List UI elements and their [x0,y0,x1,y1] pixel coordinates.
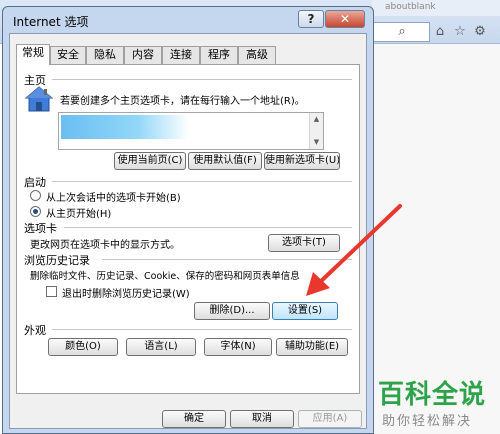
help-button[interactable]: ? [298,10,324,28]
tab-security[interactable]: 安全 [50,46,86,64]
search-icon[interactable]: ⌕ [394,22,410,42]
tabs-section-title: 选项卡 [24,222,57,235]
startup-last-session-label[interactable]: 从上次会话中的选项卡开始(B) [46,189,181,204]
tabs-settings-button[interactable]: 选项卡(T) [268,234,340,252]
colors-button[interactable]: 颜色(O) [48,338,118,356]
tab-advanced[interactable]: 高级 [238,46,276,64]
cancel-button[interactable]: 取消 [230,410,294,428]
watermark-logo: 百科全说 [378,380,487,410]
scroll-down-icon[interactable]: ▼ [310,136,323,148]
apply-button[interactable]: 应用(A) [298,410,362,428]
divider [52,329,352,330]
divider [52,79,352,80]
tab-programs[interactable]: 程序 [200,46,238,64]
ok-button[interactable]: 确定 [162,410,226,428]
close-button[interactable]: ✕ [325,10,365,28]
use-current-button[interactable]: 使用当前页(C) [114,152,186,170]
delete-on-exit-checkbox[interactable] [46,286,57,297]
history-description: 删除临时文件、历史记录、Cookie、保存的密码和网页表单信息 [30,271,300,282]
tab-connections[interactable]: 连接 [162,46,200,64]
scroll-up-icon[interactable]: ▲ [310,113,323,125]
home-instruction: 若要创建多个主页选项卡，请在每行输入一个地址(R)。 [60,96,305,107]
fonts-button[interactable]: 字体(N) [204,338,272,356]
use-new-tab-button[interactable]: 使用新选项卡(U) [264,152,340,170]
history-settings-button[interactable]: 设置(S) [272,302,338,320]
startup-home-radio[interactable] [30,206,41,217]
home-page-icon [24,86,54,112]
settings-gear-icon[interactable]: ⚙ [472,22,488,42]
internet-options-dialog: Internet 选项 ? ✕ 常规 安全 隐私 内容 连接 程序 高级 主页 … [2,6,374,434]
divider [102,259,352,260]
watermark-slogan: 助你轻松解决 [382,414,473,429]
startup-section-title: 启动 [24,176,46,189]
startup-last-session-radio[interactable] [30,190,41,201]
browser-tab-label: aboutblank [385,2,436,12]
tab-general[interactable]: 常规 [16,44,50,65]
tab-privacy[interactable]: 隐私 [86,46,124,64]
favorites-star-icon[interactable]: ☆ [452,22,468,42]
delete-on-exit-label[interactable]: 退出时删除浏览历史记录(W) [62,285,190,300]
home-url-textarea[interactable]: ▲ ▼ [58,112,324,150]
title-bar[interactable]: Internet 选项 ? ✕ [3,7,373,33]
startup-home-label[interactable]: 从主页开始(H) [46,205,111,220]
tabs-description: 更改网页在选项卡中的显示方式。 [30,240,180,251]
history-section-title: 浏览历史记录 [24,254,90,267]
url-selection [61,115,189,139]
url-scrollbar[interactable]: ▲ ▼ [309,113,323,149]
divider [64,227,352,228]
languages-button[interactable]: 语言(L) [126,338,196,356]
accessibility-button[interactable]: 辅助功能(E) [276,338,348,356]
tab-content[interactable]: 内容 [124,46,162,64]
divider [52,181,352,182]
home-icon[interactable]: ⌂ [432,22,448,42]
watermark: 百科全说 助你轻松解决 [378,374,498,430]
appearance-section-title: 外观 [24,324,46,337]
dialog-client: 常规 安全 隐私 内容 连接 程序 高级 主页 若要创建多个主页选项卡，请在每行… [9,33,367,429]
use-default-button[interactable]: 使用默认值(F) [188,152,262,170]
dialog-title: Internet 选项 [13,15,89,29]
delete-history-button[interactable]: 删除(D)... [194,302,270,320]
